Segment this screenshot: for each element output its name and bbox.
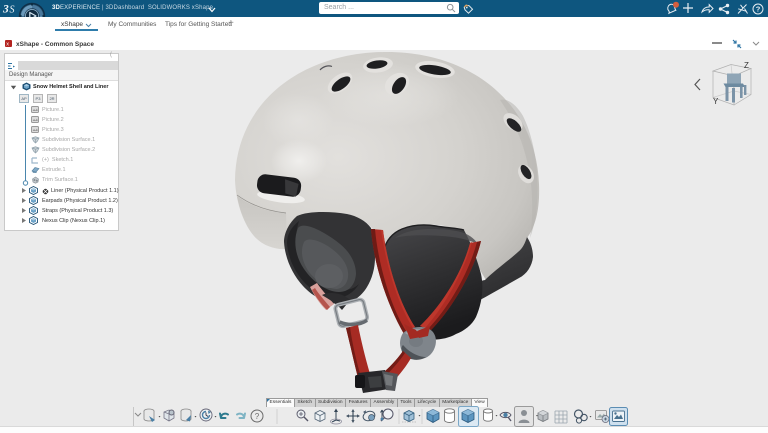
svg-text:Y: Y (713, 97, 719, 106)
svg-text:?: ? (255, 412, 260, 421)
svg-text:Z: Z (744, 61, 749, 70)
